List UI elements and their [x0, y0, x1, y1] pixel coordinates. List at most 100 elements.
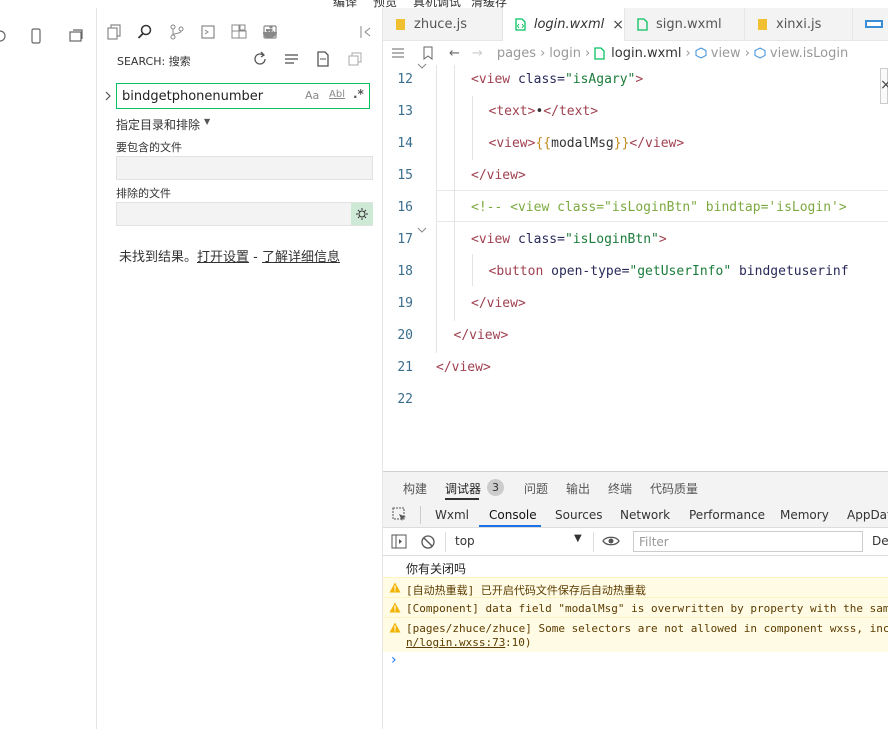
log-levels-dropdown[interactable]: Def	[872, 534, 888, 548]
line-number: 19	[397, 296, 413, 311]
breadcrumb-separator: ›	[540, 45, 546, 61]
warning-icon	[389, 582, 401, 593]
regex-toggle[interactable]: .*	[353, 87, 364, 101]
editor-layout-icon[interactable]	[863, 14, 885, 34]
devtools-tab-network[interactable]: Network	[620, 508, 670, 522]
devtools-tab-wxml[interactable]: Wxml	[435, 508, 469, 522]
inspect-element-icon[interactable]	[392, 507, 408, 523]
breadcrumb-login[interactable]: login	[549, 46, 581, 61]
learn-more-link[interactable]: 了解详细信息	[262, 250, 340, 265]
open-settings-link[interactable]: 打开设置	[197, 250, 249, 265]
search-icon[interactable]	[135, 22, 155, 42]
breadcrumb-file[interactable]: login.wxml	[611, 46, 681, 61]
match-case-toggle[interactable]: Aa	[305, 89, 319, 102]
new-search-editor-icon[interactable]	[313, 49, 333, 69]
line-number: 22	[397, 392, 413, 407]
clear-results-icon[interactable]	[282, 49, 302, 69]
back-arrow-icon[interactable]: ←	[449, 46, 460, 61]
code-line[interactable]: 20 </view>	[383, 321, 888, 353]
devtools-tab-memory[interactable]: Memory	[780, 508, 829, 522]
tab-output[interactable]: 输出	[566, 480, 590, 497]
breadcrumb-view-islogin[interactable]: view.isLogin	[770, 46, 848, 61]
console-filter-input[interactable]: Filter	[633, 531, 863, 552]
code-token: </text>	[543, 104, 599, 119]
explorer-icon[interactable]	[104, 22, 124, 42]
toggle-replace-chevron-icon[interactable]	[98, 86, 118, 106]
use-exclude-settings-icon[interactable]	[351, 203, 373, 225]
tab-close-icon[interactable]: ×	[612, 17, 624, 33]
code-line[interactable]: 19 </view>	[383, 289, 888, 321]
code-line[interactable]: 18 <button open-type="getUserInfo" bindge…	[383, 257, 888, 289]
simulator-panel	[0, 8, 97, 729]
menu-compile[interactable]: 编译	[333, 0, 357, 8]
tab-sign-wxml[interactable]: sign.wxml	[625, 8, 745, 41]
bookmark-icon[interactable]	[421, 46, 435, 60]
simulator-circle-icon[interactable]	[0, 26, 10, 46]
devtools-tab-appdata[interactable]: AppDat	[847, 508, 888, 522]
menu-clear-cache[interactable]: 清缓存	[471, 0, 507, 8]
tab-label: zhuce.js	[414, 17, 467, 32]
code-line[interactable]: 14 <view>{{modalMsg}}</view>	[383, 129, 888, 161]
menu-remote-debug[interactable]: 真机调试	[413, 0, 461, 8]
code-line[interactable]: 22	[383, 385, 888, 417]
collapse-all-icon[interactable]	[345, 49, 365, 69]
console-log[interactable]: 你有关闭吗	[383, 557, 888, 577]
extensions-icon[interactable]	[229, 22, 249, 42]
find-widget-edge[interactable]: ×	[880, 68, 888, 104]
sidebar-toggle-icon[interactable]	[391, 534, 407, 550]
console-prompt[interactable]: ›	[391, 652, 397, 668]
code-line[interactable]: 21 </view>	[383, 353, 888, 385]
code-token: </view>	[471, 296, 526, 311]
tab-problems[interactable]: 问题	[524, 480, 548, 497]
devtools-tab-performance[interactable]: Performance	[689, 508, 765, 522]
devtools-tab-sources[interactable]: Sources	[555, 508, 602, 522]
caret-down-icon[interactable]: ▼	[204, 117, 210, 126]
collapse-panel-icon[interactable]	[356, 22, 376, 42]
breadcrumb-separator: ›	[685, 45, 691, 61]
tab-build[interactable]: 构建	[403, 480, 427, 497]
menu-preview[interactable]: 预览	[373, 0, 397, 8]
debug-icon[interactable]	[198, 22, 218, 42]
code-token: </view>	[629, 136, 685, 151]
tab-xinxi-js[interactable]: xinxi.js	[745, 8, 853, 41]
code-token: class=	[517, 232, 565, 247]
outline-list-icon[interactable]	[391, 46, 407, 60]
code-line[interactable]: 13 <text>•</text>	[383, 97, 888, 129]
console-warning[interactable]: [自动热重载] 已开启代码文件保存后自动热重载	[383, 577, 888, 597]
phone-icon[interactable]	[26, 26, 46, 46]
code-line[interactable]: 17 <view class="isLoginBtn">	[383, 225, 888, 257]
breadcrumb-view[interactable]: view	[711, 46, 741, 61]
include-files-input[interactable]	[116, 156, 373, 180]
console-toolbar: top ▼ Filter Def	[383, 528, 888, 556]
search-input[interactable]: bindgetphonenumber Aa Abl .*	[116, 83, 370, 109]
code-text: <button open-type="getUserInfo" bindgetu…	[489, 264, 849, 279]
divider	[445, 532, 446, 552]
forward-arrow-icon[interactable]: →	[472, 46, 483, 61]
refresh-icon[interactable]	[250, 49, 270, 69]
clear-console-icon[interactable]	[420, 534, 436, 550]
console-warning[interactable]: [pages/zhuce/zhuce] Some selectors are n…	[383, 617, 888, 652]
console-warning[interactable]: [Component] data field "modalMsg" is ove…	[383, 597, 888, 617]
filter-placeholder: Filter	[639, 535, 669, 549]
context-selector[interactable]: top ▼	[449, 530, 589, 552]
breadcrumb-pages[interactable]: pages	[497, 46, 536, 61]
source-control-icon[interactable]	[167, 22, 187, 42]
code-line[interactable]: 15 </view>	[383, 161, 888, 193]
code-text: </view>	[471, 168, 526, 183]
tab-code-quality[interactable]: 代码质量	[650, 480, 698, 497]
whole-word-toggle[interactable]: Abl	[329, 89, 345, 100]
multi-window-icon[interactable]	[66, 26, 86, 46]
tab-debugger[interactable]: 调试器	[445, 480, 481, 497]
tab-zhuce-js[interactable]: zhuce.js	[383, 8, 503, 41]
source-link[interactable]: n/login.wxss:73	[406, 636, 505, 649]
files-to-include-toggle[interactable]: 指定目录和排除	[116, 116, 200, 133]
tab-login-wxml[interactable]: login.wxml ×	[503, 8, 625, 41]
exclude-files-input[interactable]	[116, 202, 373, 226]
code-token: <!-- <view class="isLoginBtn" bindtap='i…	[471, 200, 847, 215]
devtools-tab-console[interactable]: Console	[489, 508, 537, 522]
code-line[interactable]: 16 <!-- <view class="isLoginBtn" bindtap=…	[383, 193, 888, 225]
tab-terminal[interactable]: 终端	[608, 480, 632, 497]
docker-icon[interactable]	[261, 22, 281, 42]
code-line[interactable]: 12 <view class="isAgary">	[383, 65, 888, 97]
eye-icon[interactable]	[602, 534, 620, 548]
